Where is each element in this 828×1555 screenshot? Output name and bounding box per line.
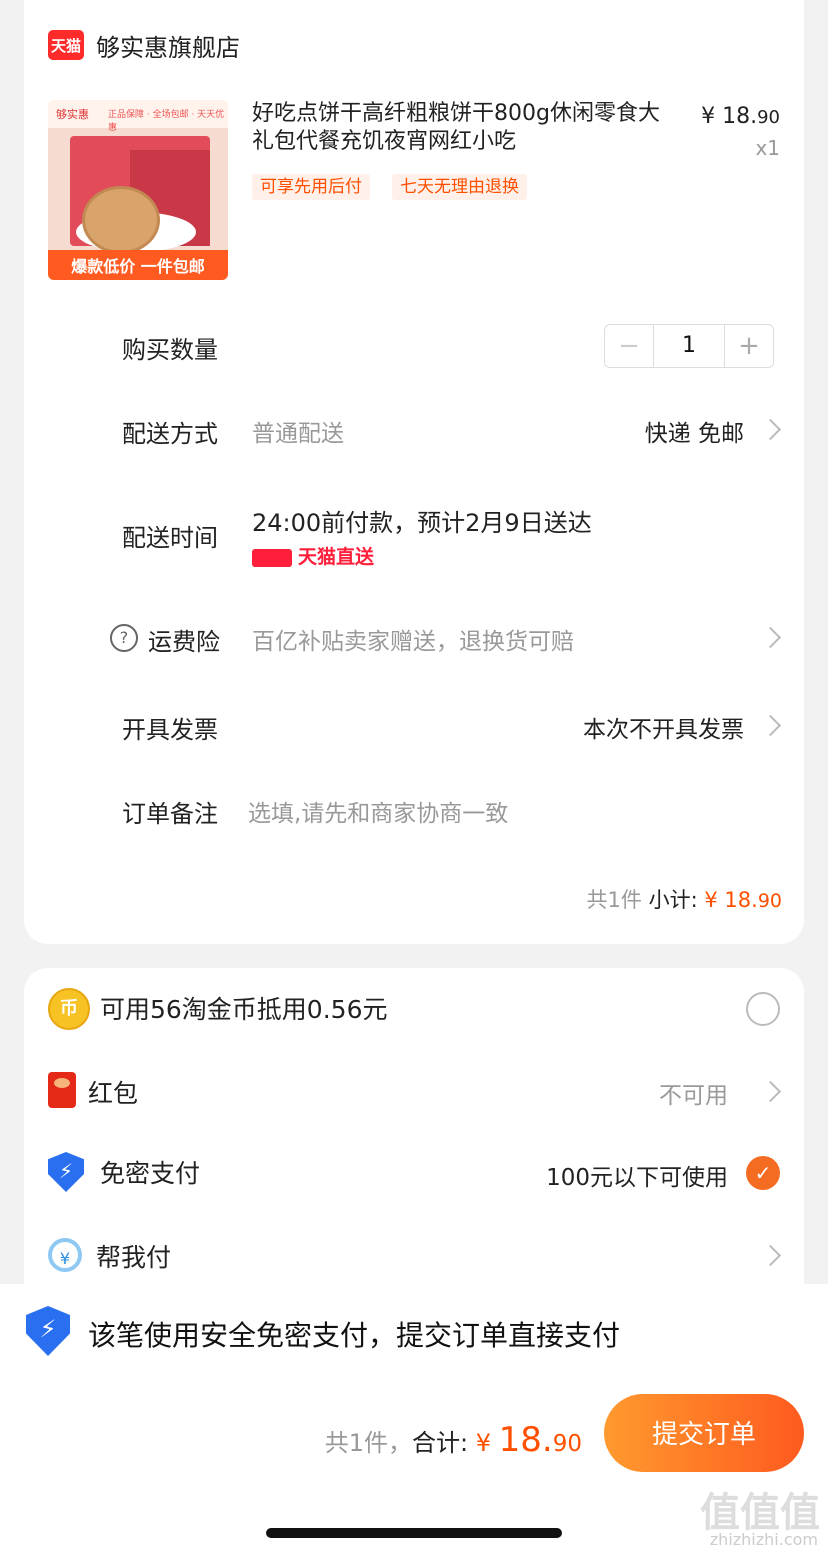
taobao-coin-icon: 币 bbox=[48, 988, 90, 1030]
password-free-notice: 该笔使用安全免密支付，提交订单直接支付 bbox=[88, 1319, 621, 1352]
chevron-right-icon[interactable] bbox=[759, 1244, 782, 1267]
product-price: ¥ 18.90 bbox=[701, 104, 780, 129]
order-total: 共1件，合计: ¥ 18.90 bbox=[324, 1420, 582, 1460]
delivery-time-label: 配送时间 bbox=[122, 524, 218, 552]
invoice-value[interactable]: 本次不开具发票 bbox=[583, 710, 744, 744]
order-remark-label: 订单备注 bbox=[122, 800, 218, 828]
submit-order-button[interactable]: 提交订单 bbox=[604, 1394, 804, 1472]
tmall-icon: 天猫 bbox=[48, 30, 84, 60]
quantity-label: 购买数量 bbox=[122, 336, 218, 364]
payment-card: 币 可用56淘金币抵用0.56元 红包 不可用 ⚡ 免密支付 100元以下可使用… bbox=[24, 968, 804, 1308]
quantity-stepper[interactable]: − 1 + bbox=[604, 324, 774, 368]
delivery-method-label: 配送方式 bbox=[122, 420, 218, 448]
delivery-method-value[interactable]: 快递 免邮 bbox=[645, 414, 744, 448]
help-me-pay-label[interactable]: 帮我付 bbox=[96, 1238, 171, 1274]
chevron-right-icon[interactable] bbox=[759, 1080, 782, 1103]
coin-deduct-text: 可用56淘金币抵用0.56元 bbox=[100, 995, 388, 1024]
watermark-site: zhizhizhi.com bbox=[709, 1530, 818, 1549]
store-name[interactable]: 够实惠旗舰店 bbox=[96, 28, 240, 63]
shield-lightning-icon: ⚡ bbox=[48, 1152, 84, 1192]
product-image[interactable]: 够实惠 正品保障 · 全场包邮 · 天天优惠 爆款低价 一件包邮 bbox=[48, 100, 228, 280]
tag-seven-day-return: 七天无理由退换 bbox=[392, 174, 527, 200]
delivery-time-value: 24:00前付款，预计2月9日送达 bbox=[252, 509, 592, 537]
red-packet-icon bbox=[48, 1072, 76, 1108]
chevron-right-icon[interactable] bbox=[759, 626, 782, 649]
delivery-method-sub: 普通配送 bbox=[252, 421, 344, 447]
red-packet-label: 红包 bbox=[88, 1079, 139, 1108]
subtotal: 共1件 小计: ¥ 18.90 bbox=[586, 888, 782, 912]
tmall-cat-icon bbox=[252, 548, 292, 567]
shield-lightning-icon: ⚡ bbox=[26, 1306, 70, 1356]
chevron-right-icon[interactable] bbox=[759, 418, 782, 441]
order-remark-input[interactable]: 选填,请先和商家协商一致 bbox=[248, 794, 508, 828]
password-free-pay-value: 100元以下可使用 bbox=[546, 1165, 728, 1191]
cookie-illustration bbox=[82, 186, 160, 254]
coin-deduct-radio[interactable] bbox=[746, 992, 780, 1026]
password-free-pay-label: 免密支付 bbox=[100, 1159, 201, 1188]
red-packet-value[interactable]: 不可用 bbox=[659, 1076, 728, 1110]
product-quantity: x1 bbox=[755, 136, 780, 160]
tmall-direct-badge: 天猫直送 bbox=[252, 542, 374, 569]
shipping-insurance-sub[interactable]: 百亿补贴卖家赠送，退换货可赔 bbox=[252, 622, 574, 656]
quantity-plus-button[interactable]: + bbox=[725, 325, 773, 367]
tag-pay-later: 可享先用后付 bbox=[252, 174, 370, 200]
help-icon[interactable]: ? bbox=[110, 624, 138, 652]
check-icon[interactable]: ✓ bbox=[746, 1156, 780, 1190]
image-brand-text: 够实惠 bbox=[56, 108, 89, 121]
quantity-value[interactable]: 1 bbox=[653, 325, 725, 367]
image-banner-text: 爆款低价 一件包邮 bbox=[48, 250, 228, 280]
invoice-label: 开具发票 bbox=[122, 716, 218, 744]
shipping-insurance-label: 运费险 bbox=[148, 628, 220, 656]
order-card: 天猫 够实惠旗舰店 够实惠 正品保障 · 全场包邮 · 天天优惠 爆款低价 一件… bbox=[24, 0, 804, 944]
chevron-right-icon[interactable] bbox=[759, 714, 782, 737]
quantity-minus-button[interactable]: − bbox=[605, 325, 653, 367]
help-pay-icon: ¥ bbox=[48, 1238, 82, 1272]
image-promo-text: 正品保障 · 全场包邮 · 天天优惠 bbox=[108, 110, 225, 133]
product-title[interactable]: 好吃点饼干高纤粗粮饼干800g休闲零食大礼包代餐充饥夜宵网红小吃 bbox=[252, 100, 672, 156]
home-indicator[interactable] bbox=[266, 1528, 562, 1538]
